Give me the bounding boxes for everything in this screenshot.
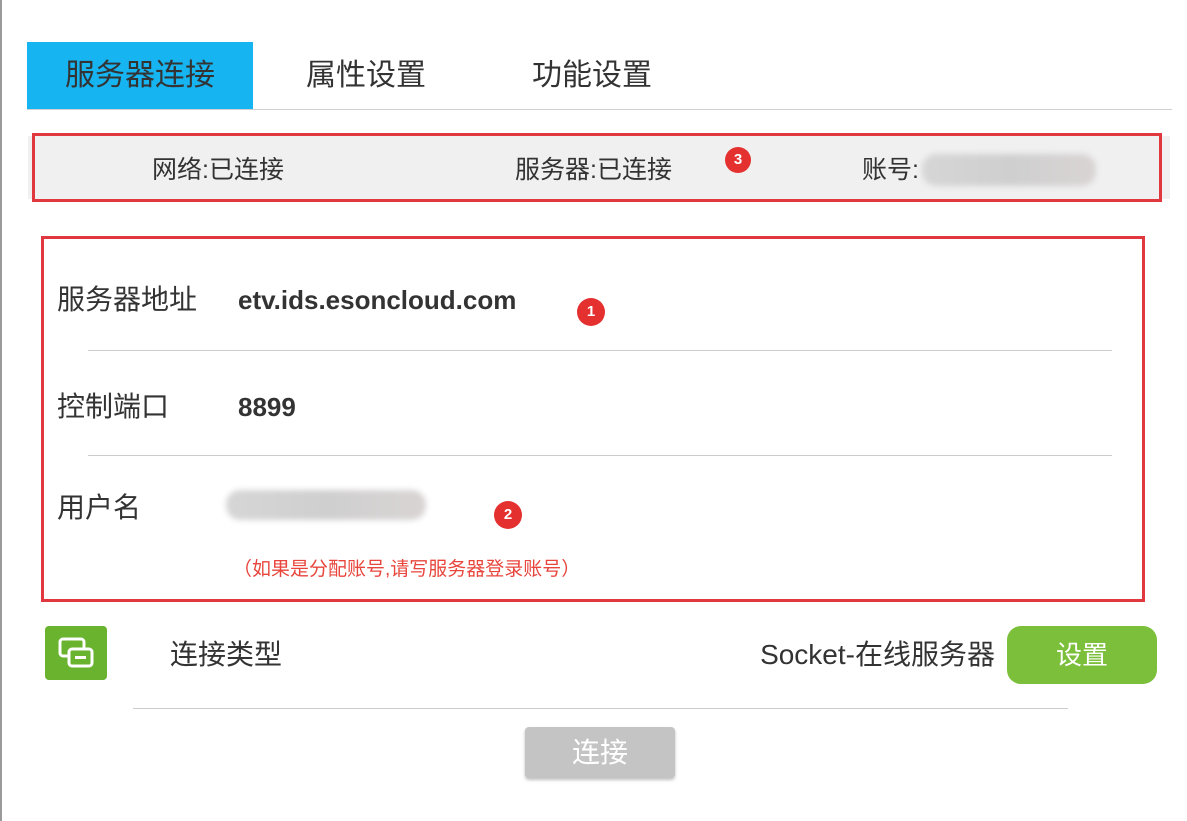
control-port-label: 控制端口: [57, 391, 170, 422]
username-hint: （如果是分配账号,请写服务器登录账号）: [233, 559, 581, 580]
control-port-input[interactable]: [238, 387, 438, 427]
tab-server-connection[interactable]: 服务器连接: [27, 42, 253, 110]
username-value-redacted: [226, 490, 426, 520]
tab-underline: [27, 109, 1172, 110]
divider: [88, 350, 1112, 351]
annotation-box-form: [41, 236, 1145, 602]
settings-button[interactable]: 设置: [1007, 626, 1157, 684]
annotation-marker-2: 2: [494, 501, 522, 529]
divider: [133, 708, 1068, 709]
connect-button[interactable]: 连接: [525, 727, 675, 778]
username-field[interactable]: [222, 486, 432, 526]
server-address-input[interactable]: [238, 280, 558, 320]
connection-switch-icon: [58, 637, 94, 668]
connection-type-value: Socket-在线服务器: [760, 639, 995, 670]
annotation-marker-3: 3: [725, 147, 751, 173]
username-label: 用户名: [57, 492, 142, 523]
connection-type-label: 连接类型: [170, 639, 283, 670]
connection-type-icon: [45, 626, 107, 680]
tab-function-settings[interactable]: 功能设置: [479, 42, 705, 110]
server-address-label: 服务器地址: [57, 284, 198, 315]
annotation-marker-1: 1: [577, 298, 605, 326]
tab-property-settings[interactable]: 属性设置: [253, 42, 479, 110]
window-left-border: [0, 0, 2, 821]
divider: [88, 455, 1112, 456]
annotation-box-status: [32, 133, 1162, 202]
